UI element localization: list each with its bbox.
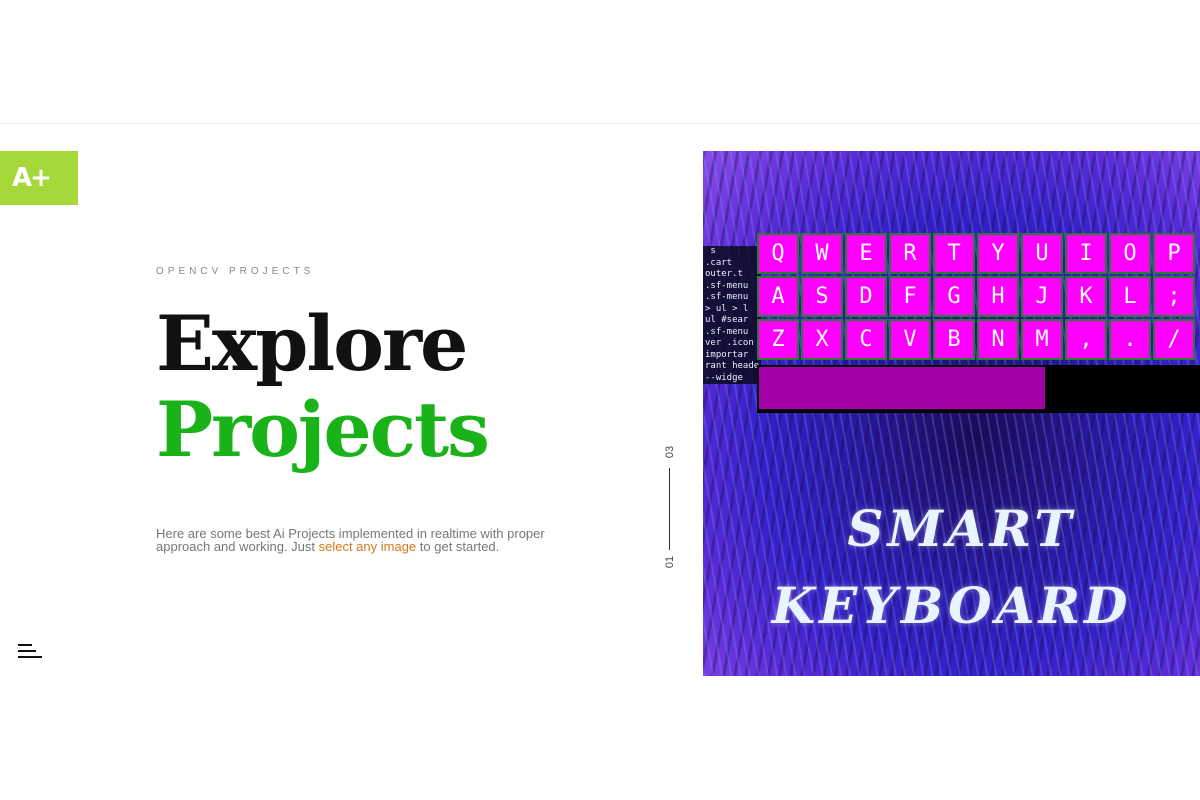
logo-text: A+	[12, 163, 52, 193]
code-line: outer.t	[705, 269, 743, 279]
code-line: .cart	[705, 257, 733, 268]
page-title-line2: Projects	[156, 385, 490, 474]
keyboard-key: /	[1153, 319, 1195, 360]
keyboard-key: X	[801, 319, 843, 360]
pager-line	[669, 468, 670, 550]
keyboard-key: C	[845, 319, 887, 360]
keyboard-key: B	[933, 319, 975, 360]
page-title-line1: Explore	[156, 299, 468, 388]
select-image-link[interactable]: select any image	[319, 539, 417, 554]
keyboard-key: M	[1021, 319, 1063, 360]
keyboard-key: N	[977, 319, 1019, 360]
code-line: .sf-menu	[705, 280, 749, 291]
keyboard-key: E	[845, 233, 887, 274]
keyboard-key: ;	[1153, 276, 1195, 317]
keyboard-row: Z X C V B N M,. /	[757, 319, 1200, 360]
virtual-keyboard: Q W E R T Y U I O P A S D F G H J K L; Z X C V B N M,. /	[757, 233, 1200, 362]
image-title-line1: SMART	[847, 499, 1076, 558]
keyboard-key: U	[1021, 233, 1063, 274]
keyboard-key: R	[889, 233, 931, 274]
keyboard-row: QWERTYUIOP	[757, 233, 1200, 274]
code-line: ul #sear	[705, 315, 749, 325]
keyboard-key: W	[801, 233, 843, 274]
project-image-smart-keyboard[interactable]: s .cart outer.t .sf-menu .sf-menu > ul > l ul …	[703, 151, 1200, 676]
slide-pager: 03 01	[655, 446, 685, 576]
keyboard-key: L	[1109, 276, 1151, 317]
keyboard-key: D	[845, 276, 887, 317]
code-line: .sf-menu	[705, 326, 749, 337]
pager-total: 03	[664, 445, 676, 459]
keyboard-key: T	[933, 233, 975, 274]
section-eyebrow: OPENCV PROJECTS	[156, 266, 315, 277]
keyboard-key: K	[1065, 276, 1107, 317]
text-area-fill	[759, 367, 1045, 409]
keyboard-key: A	[757, 276, 799, 317]
keyboard-key: S	[801, 276, 843, 317]
keyboard-text-area	[757, 365, 1200, 413]
code-line: importar	[705, 349, 749, 360]
keyboard-key: V	[889, 319, 931, 360]
code-line: .sf-menu	[705, 292, 749, 302]
brand-logo[interactable]: A+	[0, 151, 78, 205]
keyboard-key: Z	[757, 319, 799, 360]
keyboard-key: H	[977, 276, 1019, 317]
keyboard-key: G	[933, 276, 975, 317]
keyboard-key: Y	[977, 233, 1019, 274]
code-line: --widge	[705, 372, 743, 383]
keyboard-key: ,	[1065, 319, 1107, 360]
hero-description: Here are some best Ai Projects implement…	[156, 527, 556, 554]
keyboard-key: P	[1153, 233, 1195, 274]
keyboard-key: .	[1109, 319, 1151, 360]
keyboard-key: I	[1065, 233, 1107, 274]
keyboard-row: A S D F G H J K L;	[757, 276, 1200, 317]
header-divider	[0, 123, 1200, 124]
pager-current: 01	[664, 555, 676, 569]
keyboard-key: J	[1021, 276, 1063, 317]
keyboard-key: F	[889, 276, 931, 317]
code-snippet: s .cart outer.t .sf-menu .sf-menu > ul > l ul …	[703, 246, 761, 384]
keyboard-key: O	[1109, 233, 1151, 274]
keyboard-key: Q	[757, 233, 799, 274]
code-line: s	[705, 246, 716, 256]
code-line: > ul > l	[705, 303, 749, 314]
code-line: rant heade	[705, 361, 760, 371]
description-text-end: to get started.	[416, 538, 500, 554]
hamburger-menu-icon[interactable]	[18, 644, 42, 662]
code-line: ver .icon	[705, 338, 754, 348]
image-title-line2: KEYBOARD	[771, 576, 1132, 635]
